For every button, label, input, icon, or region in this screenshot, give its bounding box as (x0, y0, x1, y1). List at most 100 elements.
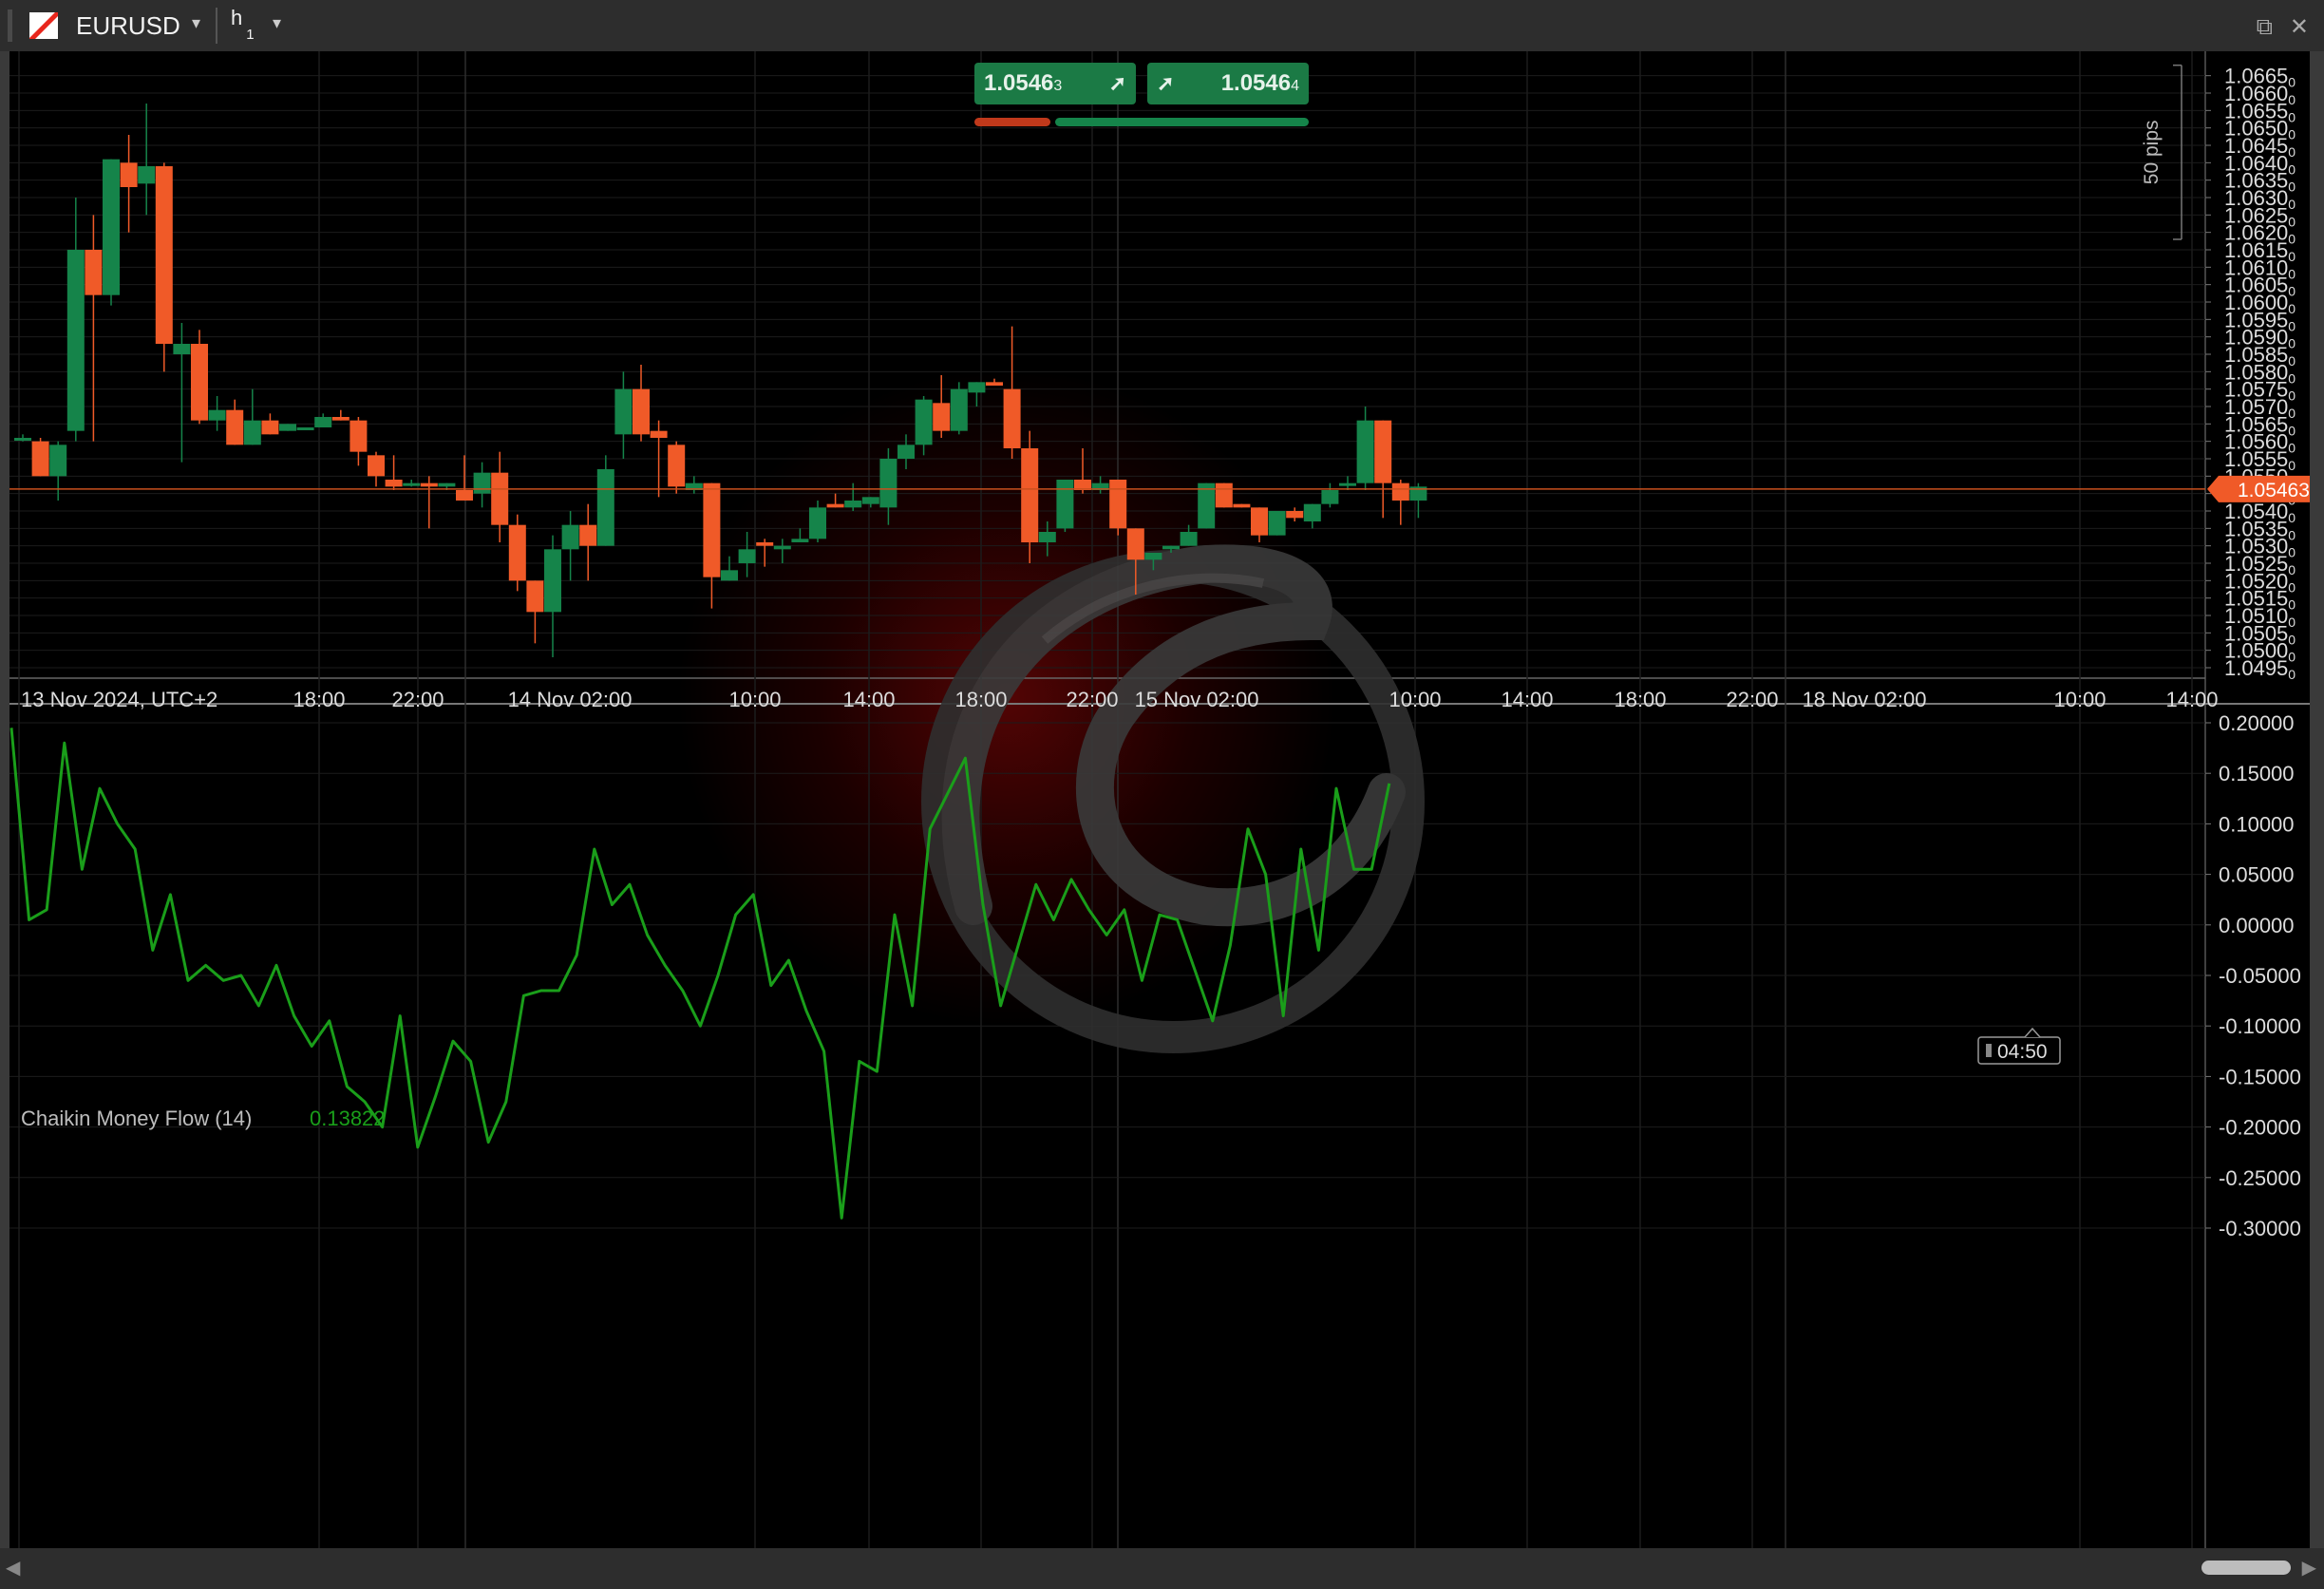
candle (668, 441, 686, 494)
candle-body (1268, 511, 1286, 536)
time-label: 18 Nov 02:00 (1803, 688, 1927, 711)
candle (1374, 420, 1392, 519)
time-label: 22:00 (1726, 688, 1778, 711)
pips-label: 50 pips (2141, 120, 2163, 184)
candle (261, 413, 279, 435)
indicator-label: 0.15000 (2219, 762, 2295, 785)
candle (49, 441, 67, 501)
candle-body (650, 430, 668, 438)
indicator-label: 0.00000 (2219, 914, 2295, 937)
symbol-selector[interactable]: EURUSD (76, 11, 180, 41)
candle-body (933, 403, 951, 431)
candle (138, 104, 156, 216)
symbol-dropdown-icon[interactable]: ▾ (192, 13, 200, 33)
timeframe-selector[interactable]: h1 (231, 6, 255, 43)
indicator-line (9, 728, 1391, 1220)
price-label: 1.04950 (2224, 656, 2296, 682)
close-icon[interactable]: ✕ (2290, 14, 2309, 40)
candle (1215, 482, 1233, 508)
candle-body (773, 545, 791, 550)
candle-body (31, 441, 49, 477)
time-label: 14:00 (842, 688, 895, 711)
candle-body (1303, 503, 1321, 521)
candle-body (1215, 482, 1233, 508)
candle (331, 409, 350, 421)
candle (544, 535, 561, 657)
candle (1251, 507, 1268, 542)
candle (633, 365, 650, 442)
candle (31, 438, 49, 477)
candle (1339, 476, 1356, 490)
candle-body (368, 455, 385, 477)
candle-body (1233, 503, 1251, 508)
sell-quote-button[interactable]: 1.05463 ➚ (974, 63, 1136, 104)
candle-body (1374, 420, 1392, 483)
indicator-label: -0.10000 (2219, 1014, 2301, 1038)
indicator-label: 0.05000 (2219, 863, 2295, 887)
candle-body (614, 388, 633, 435)
candle-body (561, 524, 579, 550)
candle-body (261, 420, 279, 435)
candle (208, 396, 226, 431)
candle (703, 482, 721, 609)
time-label: 14:00 (2165, 688, 2218, 711)
candle-body (968, 382, 986, 393)
candle-body (844, 501, 862, 508)
chart-panel[interactable]: 1.06650 1.06600 1.06550 1.06500 1.06450 1.064… (9, 51, 2310, 1548)
candle (368, 451, 385, 487)
candle (1303, 503, 1321, 529)
timeframe-dropdown-icon[interactable]: ▾ (273, 13, 281, 33)
scroll-thumb[interactable] (2201, 1561, 2291, 1575)
candle-body (1356, 420, 1374, 483)
candle (773, 539, 791, 563)
buy-pipette: 4 (1291, 78, 1299, 94)
symbol-flag-icon (29, 12, 58, 39)
drag-handle[interactable] (8, 9, 12, 42)
candle-body (403, 482, 421, 486)
candle-body (721, 570, 738, 581)
candle (1286, 507, 1304, 521)
candle-body (1321, 490, 1339, 504)
candle (66, 198, 85, 442)
candle-body (173, 344, 191, 354)
candle (1268, 511, 1286, 536)
price-chart[interactable]: 1.066501.066001.065501.065001.064501.064… (9, 51, 2310, 1548)
indicator-label: -0.30000 (2219, 1217, 2301, 1240)
buy-quote-button[interactable]: ➚ 1.05464 (1147, 63, 1309, 104)
candle (103, 159, 120, 306)
sell-arrow-icon: ➚ (1108, 71, 1126, 95)
indicator-label: 0.20000 (2219, 711, 2295, 735)
candle (721, 556, 738, 581)
candle-body (1251, 507, 1268, 536)
candle-body (1109, 480, 1127, 529)
candle (756, 539, 774, 567)
candle-body (208, 409, 226, 421)
candle (861, 497, 879, 508)
candle-body (1339, 482, 1356, 486)
scroll-left-icon[interactable]: ◀ (6, 1556, 20, 1580)
popout-icon[interactable]: ⧉ (2257, 14, 2273, 40)
candle-body (103, 159, 120, 295)
horizontal-scrollbar[interactable]: ◀ ▶ (0, 1548, 2324, 1589)
current-price-tag: 1.05463 (2207, 475, 2310, 502)
candle-body (596, 469, 614, 546)
scroll-right-icon[interactable]: ▶ (2302, 1556, 2316, 1580)
candle-body (473, 472, 491, 494)
time-label: 18:00 (293, 688, 345, 711)
timeframe-label: h (231, 6, 243, 29)
candle-body (544, 549, 561, 613)
time-label: 10:00 (2053, 688, 2106, 711)
indicator-label: -0.05000 (2219, 964, 2301, 988)
candle (296, 427, 314, 430)
candle-body (385, 480, 403, 487)
candle (844, 482, 862, 511)
time-label: 10:00 (1389, 688, 1441, 711)
candle-body (703, 482, 721, 577)
candle-body (226, 409, 244, 445)
time-label: 22:00 (391, 688, 444, 711)
time-label: 14:00 (1501, 688, 1553, 711)
candle-body (14, 438, 31, 441)
candle-body (950, 388, 968, 431)
candle-body (738, 549, 756, 563)
candle (933, 375, 951, 438)
